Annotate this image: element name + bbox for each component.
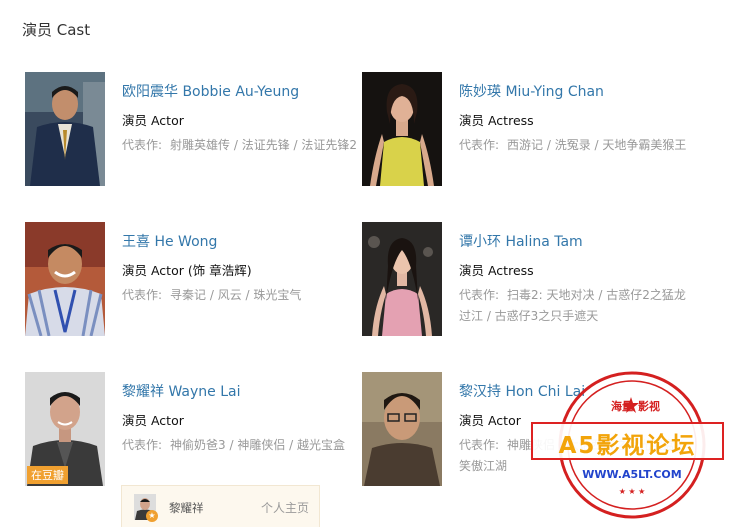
cast-card: 在豆瓣 黎耀祥 Wayne Lai 演员 Actor 代表作: 神偷奶爸3 / 神… bbox=[25, 372, 355, 492]
section-title: 演员 Cast bbox=[22, 21, 91, 39]
actor-role: 演员 Actress bbox=[459, 113, 534, 128]
works-list: 西游记 / 洗冤录 / 天地争霸美猴王 bbox=[507, 138, 687, 152]
profile-name: 黎耀祥 bbox=[169, 501, 204, 515]
works-label: 代表作: bbox=[459, 138, 500, 152]
works-list: 射雕英雄传 / 法证先锋 / 法证先锋2 bbox=[170, 138, 358, 152]
actor-photo[interactable] bbox=[25, 72, 105, 186]
actor-works: 代表作: 扫毒2: 天地对决 / 古惑仔2之猛龙过江 / 古惑仔3之只手遮天 bbox=[459, 285, 697, 327]
actor-works: 代表作: 寻秦记 / 风云 / 珠光宝气 bbox=[122, 285, 360, 306]
cast-card: 谭小环 Halina Tam 演员 Actress 代表作: 扫毒2: 天地对决 … bbox=[362, 222, 692, 342]
works-label: 代表作: bbox=[122, 288, 163, 302]
actor-photo[interactable]: 在豆瓣 bbox=[25, 372, 105, 486]
actor-name-link[interactable]: 王喜 He Wong bbox=[122, 231, 217, 251]
cast-card: 王喜 He Wong 演员 Actor (饰 章浩辉) 代表作: 寻秦记 / 风云… bbox=[25, 222, 355, 342]
watermark-banner-text: A5影视论坛 bbox=[558, 433, 697, 459]
actor-role: 演员 Actor bbox=[459, 413, 521, 428]
actor-photo[interactable] bbox=[362, 222, 442, 336]
actor-works: 代表作: 神偷奶爸3 / 神雕侠侣 / 越光宝盒 bbox=[122, 435, 360, 456]
actor-photo[interactable] bbox=[25, 222, 105, 336]
works-list: 寻秦记 / 风云 / 珠光宝气 bbox=[170, 288, 302, 302]
works-label: 代表作: bbox=[122, 438, 163, 452]
actor-photo[interactable] bbox=[362, 372, 442, 486]
actor-name-link[interactable]: 谭小环 Halina Tam bbox=[459, 231, 583, 251]
watermark-banner: A5影视论坛 bbox=[531, 422, 724, 460]
works-label: 代表作: bbox=[459, 438, 500, 452]
star-icon: ★ bbox=[146, 510, 158, 522]
douban-profile-box[interactable]: ★ 黎耀祥 个人主页 bbox=[121, 485, 320, 527]
douban-badge[interactable]: 在豆瓣 bbox=[27, 466, 68, 484]
cast-card: 陈妙瑛 Miu-Ying Chan 演员 Actress 代表作: 西游记 / 洗… bbox=[362, 72, 692, 192]
actor-name-link[interactable]: 陈妙瑛 Miu-Ying Chan bbox=[459, 81, 604, 101]
actor-name-link[interactable]: 欧阳震华 Bobbie Au-Yeung bbox=[122, 81, 299, 101]
actor-role: 演员 Actor bbox=[122, 113, 184, 128]
personal-homepage-link[interactable]: 个人主页 bbox=[261, 499, 309, 516]
works-label: 代表作: bbox=[122, 138, 163, 152]
works-list: 神偷奶爸3 / 神雕侠侣 / 越光宝盒 bbox=[170, 438, 346, 452]
cast-card: 欧阳震华 Bobbie Au-Yeung 演员 Actor 代表作: 射雕英雄传 … bbox=[25, 72, 357, 192]
actor-role: 演员 Actress bbox=[459, 263, 534, 278]
actor-photo[interactable] bbox=[362, 72, 442, 186]
actor-works: 代表作: 西游记 / 洗冤录 / 天地争霸美猴王 bbox=[459, 135, 697, 156]
actor-role: 演员 Actor (饰 章浩辉) bbox=[122, 263, 252, 278]
works-label: 代表作: bbox=[459, 288, 500, 302]
actor-name-link[interactable]: 黎汉持 Hon Chi Lai bbox=[459, 381, 585, 401]
actor-works: 代表作: 射雕英雄传 / 法证先锋 / 法证先锋2 bbox=[122, 135, 360, 156]
actor-name-link[interactable]: 黎耀祥 Wayne Lai bbox=[122, 381, 240, 401]
actor-role: 演员 Actor bbox=[122, 413, 184, 428]
